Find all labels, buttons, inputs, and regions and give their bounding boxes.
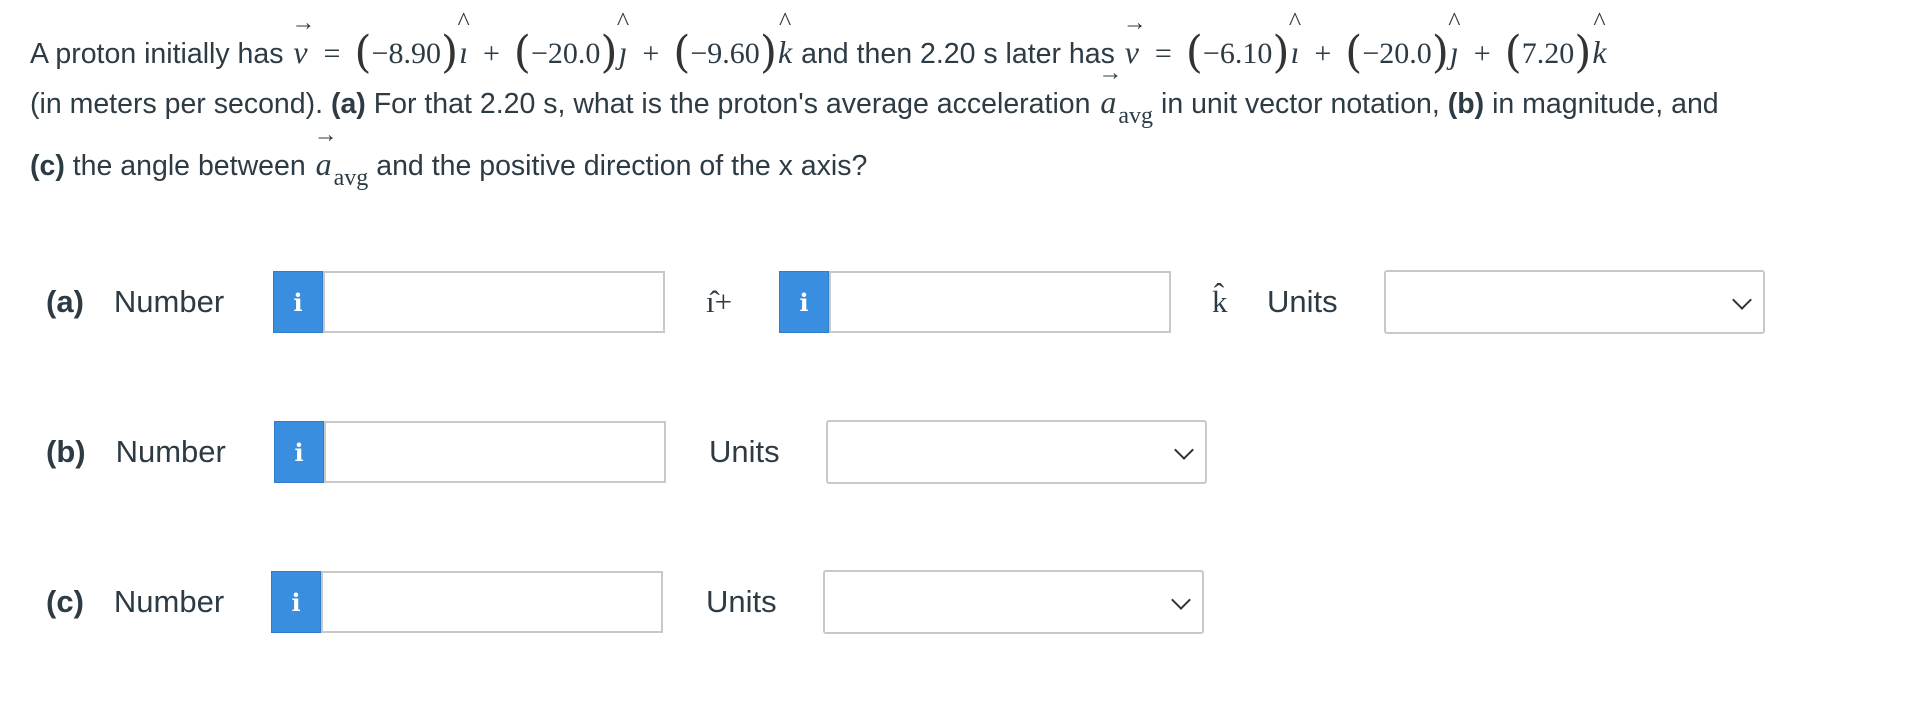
question-line-1: A proton initially has → v = (−8.90) ^ ı + … [30, 7, 1607, 78]
chevron-down-icon [1171, 590, 1191, 610]
j-hat-2: ^ ȷ [1448, 7, 1461, 71]
part-a-label: (a) [330, 88, 366, 120]
velocity-vector-symbol-2: → v [1122, 10, 1147, 70]
answer-c-units-label: Units [706, 584, 777, 619]
acceleration-vector-symbol: → a [1098, 60, 1123, 120]
info-icon[interactable]: i [274, 421, 324, 483]
answer-c-number-input[interactable] [321, 571, 663, 633]
info-icon[interactable]: i [271, 571, 321, 633]
velocity-vector-symbol: → v [291, 10, 316, 70]
answer-c-units-select[interactable] [823, 570, 1204, 634]
acceleration-vector-symbol-2: → a [313, 122, 338, 182]
part-c-label: (c) [30, 150, 65, 182]
answer-a-i-component-input[interactable] [323, 271, 665, 333]
answer-c-label: (c) Number [46, 584, 225, 619]
question-mid: and then 2.20 s later has [801, 38, 1115, 70]
question-line-3: (c) the angle between → aavg and the posi… [30, 122, 868, 191]
answer-b-number-input[interactable] [324, 421, 666, 483]
answer-b-units-label: Units [709, 434, 780, 469]
k-hat: ^ k [777, 7, 793, 71]
k-hat-2: ^ k [1592, 7, 1607, 71]
i-hat-plus-label: ı̂+ [706, 284, 733, 319]
v1-y: −20.0 [530, 37, 601, 70]
answer-a-units-select[interactable] [1384, 270, 1765, 334]
chevron-down-icon [1732, 290, 1752, 310]
question-intro: A proton initially has [30, 38, 284, 70]
v1-z: −9.60 [690, 37, 760, 70]
answer-b-units-select[interactable] [826, 420, 1207, 484]
i-hat: ^ ı [457, 7, 470, 71]
chevron-down-icon [1174, 440, 1194, 460]
v1-x: −8.90 [371, 37, 441, 70]
question-line-2: (in meters per second). (a) For that 2.2… [30, 60, 1719, 129]
j-hat: ^ ȷ [616, 7, 630, 71]
v2-z: 7.20 [1521, 37, 1575, 70]
answer-a-units-label: Units [1267, 284, 1338, 319]
info-icon[interactable]: i [273, 271, 323, 333]
answer-a-k-component-input[interactable] [829, 271, 1171, 333]
i-hat-2: ^ ı [1288, 7, 1302, 71]
part-b-label: (b) [1447, 88, 1485, 120]
answer-a-label: (a) Number [46, 284, 225, 319]
question-text: A proton initially has → v = (−8.90) ^ ı + … [30, 7, 1890, 202]
answer-b-label: (b) Number [46, 434, 226, 469]
k-hat-label: k̂ [1212, 284, 1228, 319]
info-icon[interactable]: i [779, 271, 829, 333]
v2-x: −6.10 [1202, 37, 1273, 70]
v2-y: −20.0 [1362, 37, 1432, 70]
